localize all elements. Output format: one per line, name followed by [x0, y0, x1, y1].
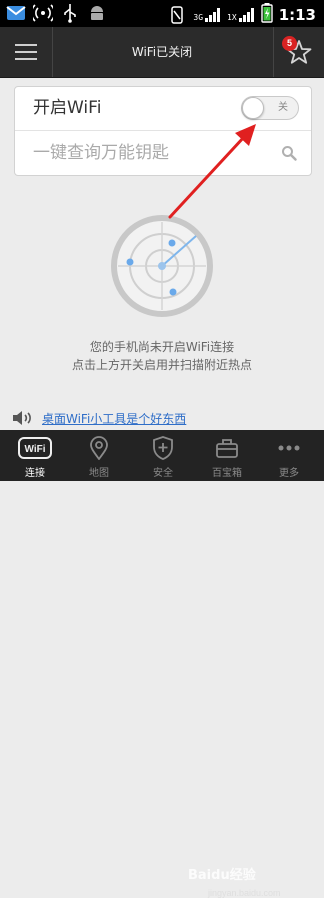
wifi-card: 开启WiFi 关 一键查询万能钥匙: [14, 86, 312, 176]
wifi-hotspot-icon: [33, 3, 53, 23]
tab-security[interactable]: 安全: [134, 430, 192, 481]
app-header: WiFi已关闭 5: [0, 27, 324, 78]
wifi-icon: WiFi: [18, 437, 52, 459]
radar-scanner-icon: [111, 215, 213, 317]
search-icon[interactable]: [281, 145, 297, 161]
search-placeholder: 一键查询万能钥匙: [33, 143, 169, 163]
watermark-logo: Baidu经验: [188, 868, 256, 883]
tab-map[interactable]: 地图: [70, 430, 128, 481]
message-icon: [6, 3, 26, 23]
wifi-toggle[interactable]: 关: [241, 96, 299, 120]
tab-toolbox[interactable]: 百宝箱: [198, 430, 256, 481]
wifi-toggle-row: 开启WiFi 关: [15, 87, 311, 131]
page-title: WiFi已关闭: [131, 45, 193, 59]
map-pin-icon: [90, 436, 108, 460]
watermark-url: jingyan.baidu.com: [208, 888, 281, 898]
speaker-icon: [13, 411, 31, 425]
signal-1x-icon: 1X: [227, 8, 255, 22]
notification-badge: 5: [282, 36, 297, 51]
widget-tip-link[interactable]: 桌面WiFi小工具是个好东西: [42, 410, 186, 427]
toggle-state-text: 关: [278, 102, 288, 113]
more-icon: [278, 445, 300, 451]
signal-3g-icon: 3G: [193, 8, 221, 22]
svg-text:WiFi: WiFi: [24, 444, 45, 455]
bottom-tab-bar: WiFi 连接 地图 安全 百宝箱 更多 Baidu经验 jingyan.bai…: [0, 430, 324, 898]
tab-more[interactable]: 更多: [260, 430, 318, 481]
hamburger-icon: [15, 44, 37, 60]
scan-hint-message: 点击上方开关启用并扫描附近热点: [71, 358, 252, 372]
toggle-knob: [242, 97, 264, 119]
wifi-label: 开启WiFi: [33, 98, 102, 118]
status-bar: 3G 1X 1:13: [0, 0, 324, 27]
shield-icon: [153, 436, 173, 460]
toolbox-icon: [216, 439, 238, 458]
usb-icon: [60, 3, 80, 23]
favorites-button[interactable]: 5: [273, 27, 324, 77]
tab-connect[interactable]: WiFi 连接: [6, 430, 64, 481]
widget-tip: 桌面WiFi小工具是个好东西: [12, 408, 186, 428]
status-time: 1:13: [278, 6, 316, 24]
android-icon: [87, 3, 107, 23]
wifi-off-message: 您的手机尚未开启WiFi连接: [89, 340, 235, 354]
battery-icon: [260, 3, 273, 27]
menu-button[interactable]: [0, 27, 53, 77]
mute-icon: [167, 5, 187, 25]
key-search-field[interactable]: 一键查询万能钥匙: [15, 131, 311, 175]
